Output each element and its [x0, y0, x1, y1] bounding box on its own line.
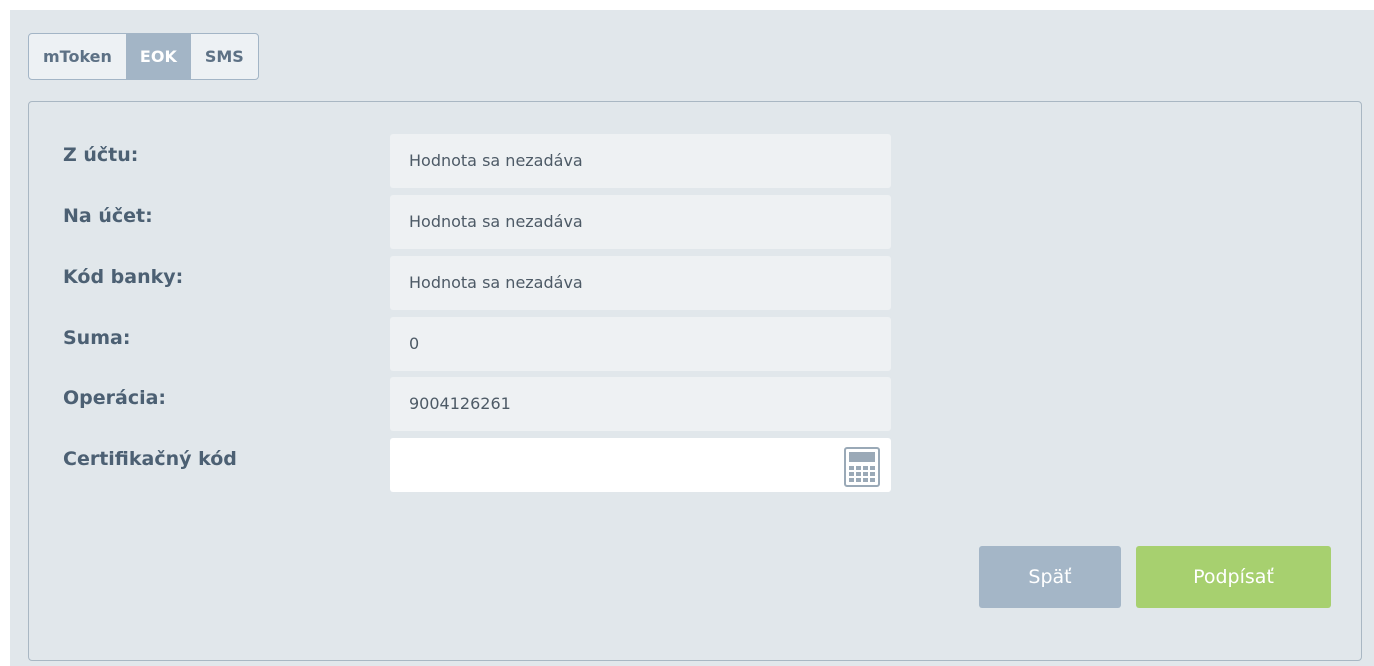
- bank-code-value: Hodnota sa nezadáva: [390, 256, 891, 310]
- form-row-to-account: Na účet: Hodnota sa nezadáva: [29, 195, 1361, 249]
- tab-sms[interactable]: SMS: [191, 34, 258, 79]
- auth-method-tabs: mToken EOK SMS: [28, 33, 259, 80]
- back-button[interactable]: Späť: [979, 546, 1121, 608]
- sign-button[interactable]: Podpísať: [1136, 546, 1331, 608]
- from-account-label: Z účtu:: [63, 144, 139, 166]
- amount-value: 0: [390, 317, 891, 371]
- from-account-value: Hodnota sa nezadáva: [390, 134, 891, 188]
- form-row-from-account: Z účtu: Hodnota sa nezadáva: [29, 134, 1361, 188]
- operation-value: 9004126261: [390, 377, 891, 431]
- to-account-value: Hodnota sa nezadáva: [390, 195, 891, 249]
- operation-label: Operácia:: [63, 387, 167, 409]
- form-row-operation: Operácia: 9004126261: [29, 377, 1361, 431]
- bank-code-label: Kód banky:: [63, 266, 184, 288]
- form-row-bank-code: Kód banky: Hodnota sa nezadáva: [29, 256, 1361, 310]
- certificate-code-input[interactable]: [390, 438, 891, 492]
- tab-eok[interactable]: EOK: [125, 34, 191, 79]
- calculator-icon[interactable]: [844, 447, 880, 487]
- certificate-code-label: Certifikačný kód: [63, 448, 237, 470]
- form-row-certificate-code: Certifikačný kód: [29, 438, 1361, 492]
- form-row-amount: Suma: 0: [29, 317, 1361, 371]
- tab-mtoken[interactable]: mToken: [29, 34, 126, 79]
- to-account-label: Na účet:: [63, 205, 153, 227]
- page: mToken EOK SMS Z účtu: Hodnota sa nezadá…: [10, 10, 1374, 666]
- amount-label: Suma:: [63, 327, 131, 349]
- signing-form-panel: Z účtu: Hodnota sa nezadáva Na účet: Hod…: [28, 101, 1362, 661]
